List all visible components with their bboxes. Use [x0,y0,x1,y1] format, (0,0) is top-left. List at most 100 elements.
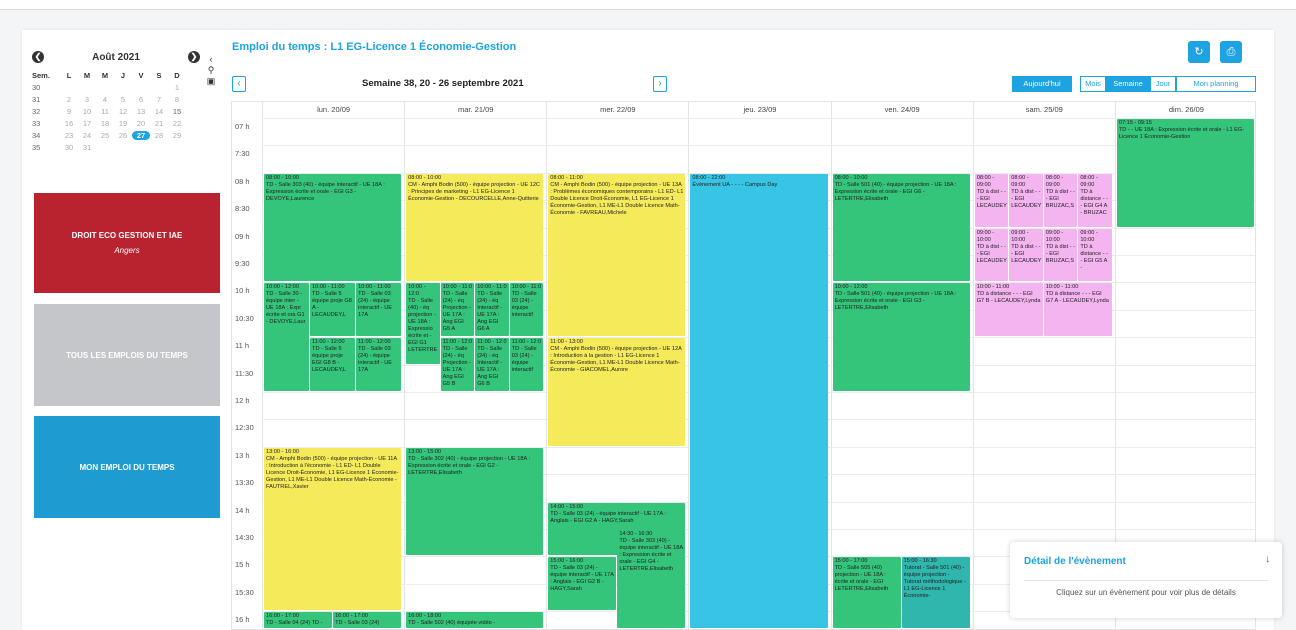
calendar-event[interactable]: 11:00 - 12:0 TD - Salle (24) - éq Interac… [475,338,509,391]
weekday-header: M [101,70,109,80]
calendar-event[interactable]: 09:00 - 10:00 TD à dist - - - EGI LECAUDE… [1009,228,1043,282]
calendar-event[interactable]: 10:00 - 12:0 TD - Salle (40) - éq project… [406,283,440,364]
day-cell[interactable]: 17 [78,119,96,128]
calendar-event[interactable]: 10:00 - 12:00 TD - Salle 30 - équipe inte… [264,283,310,391]
day-cell[interactable]: 23 [60,131,78,140]
day-cell[interactable]: 30 [60,143,78,152]
calendar-event[interactable]: 11:00 - 12:0 TD - Salle 03 (24) - équipe … [509,338,544,391]
calendar-event[interactable]: 08:00 - 09:00 TD à dist - - - EGI BRUZAC,… [1043,173,1078,227]
view-week-button[interactable]: Semaine [1106,76,1150,92]
day-cell[interactable]: 10 [78,107,96,116]
event-time: 08:00 - 10:00 [266,174,299,181]
event-time: 07:15 - 09:15 [1118,120,1152,126]
time-slot-label: 11:30 [235,368,254,378]
day-cell[interactable]: 22 [168,119,186,128]
droit-eco-gestion-tile[interactable]: DROIT ECO GESTION ET IAE Angers [34,193,220,293]
day-cell[interactable]: 19 [114,119,132,128]
calendar-event[interactable]: 09:00 - 10:00 TD à distance - - - EGI G5 … [1078,228,1112,282]
day-cell[interactable]: 4 [96,95,114,104]
calendar-event[interactable]: 13:00 - 15:00 TD - Salle 302 (40) - équip… [406,447,544,556]
event-description: TD - Salle 03 (24) - équipe interactif -… [358,291,392,319]
calendar-event[interactable]: 11:00 - 13:00 CM - Amphi Bodin (500) - éq… [548,338,686,446]
day-cell[interactable]: 2 [60,95,78,104]
calendar-event[interactable]: 10:00 - 11:00 TD - Salle 03 (24) - équipe… [356,283,402,337]
calendar-event[interactable]: 10:00 - 11:0 TD - Salle 03 (24) - équipe … [509,283,544,337]
calendar-event[interactable]: 10:00 - 11:0 TD - Salle (24) - éq Project… [440,283,475,337]
day-cell[interactable]: 20 [132,119,150,128]
day-cell[interactable]: 29 [168,131,186,140]
day-cell[interactable]: 1 [168,83,186,92]
event-time: 08:00 - 11:00 [550,174,583,181]
search-icon[interactable]: ⚲ [205,65,217,76]
calendar-event[interactable]: 09:00 - 10:00 TD à dist - - - EGI BRUZAC,… [1043,228,1078,282]
next-week-button[interactable]: › [653,76,667,92]
day-cell[interactable]: 11 [96,107,114,116]
calendar-event[interactable]: 09:00 - 10:00 TD à dist - - - EGI LECAUDE… [974,228,1009,282]
all-timetables-tile[interactable]: TOUS LES EMPLOIS DU TEMPS [34,304,220,406]
day-cell[interactable]: 18 [96,119,114,128]
calendar-event[interactable]: 07:15 - 09:15 TD - - UE 18A : Expression … [1116,119,1254,227]
calendar-event[interactable]: 08:00 - 11:00 CM - Amphi Bodin (500) - éq… [548,173,686,337]
calendar-event[interactable]: 15:00 - 16:30 Tutorat - Salle 501 (40) - … [901,557,970,628]
calendar-event[interactable]: 15:00 - 16:00 TD - Salle 03 (24) - équipe… [548,557,617,611]
prev-month-button[interactable]: ❮ [32,51,44,63]
day-cell[interactable]: 5 [114,95,132,104]
my-timetable-tile[interactable]: MON EMPLOI DU TEMPS [34,416,220,518]
view-month-button[interactable]: Mois [1080,76,1106,92]
calendar-event[interactable]: 13:00 - 16:00 CM - Amphi Bodin (500) - éq… [264,447,402,611]
calendar-event[interactable]: 08:00 - 09:00 TD à dist - - - EGI LECAUDE… [974,173,1009,227]
view-my-planning-button[interactable]: Mon planning [1176,76,1256,92]
event-description: TD à dist - - - EGI BRUZAC,S [1045,243,1075,264]
calendar-event[interactable]: 10:00 - 11:0 TD - Salle (24) - éq Interac… [475,283,509,337]
calendar-event[interactable]: 16:00 - 18:00 TD - Salle 502 (40) équipée… [406,612,544,628]
day-cell[interactable]: 28 [150,131,168,140]
day-cell[interactable]: 9 [60,107,78,116]
calendar-event[interactable]: 08:00 - 10:00 TD - Salle 501 (40) - équip… [832,173,970,282]
calendar-event[interactable]: 08:00 - 10:00 CM - Amphi Bodin (500) - éq… [406,173,544,282]
view-day-button[interactable]: Jour [1150,76,1176,92]
day-cell[interactable]: 3 [78,95,96,104]
tile-title: TOUS LES EMPLOIS DU TEMPS [66,350,188,360]
calendar-event[interactable]: 08:00 - 22:00 Évènement UA - - - - Campus… [690,173,828,628]
calendar-event[interactable]: 11:00 - 12:0 TD - Salle (24) - éq Project… [440,338,475,391]
time-slot-label: 11 h [235,341,250,351]
refresh-icon: ↻ [1194,46,1204,58]
day-cell[interactable]: 24 [78,131,96,140]
calendar-event[interactable]: 08:00 - 09:00 TD à distance - - - EGI G4 … [1078,173,1112,227]
calendar-event[interactable]: 11:00 - 12:00 TD - Salle 5 équipe proje E… [310,338,356,391]
day-cell[interactable]: 12 [114,107,132,116]
calendar-event[interactable]: 10:00 - 11:00 TD à distance - - - EGI G7 … [974,283,1043,337]
calendar-event[interactable]: 11:00 - 12:00 TD - Salle 03 (24) - équipe… [356,338,402,391]
calendar-event[interactable]: 08:00 - 09:00 TD à dist - - - EGI LECAUDE… [1009,173,1043,227]
day-cell[interactable]: 21 [150,119,168,128]
calendar-event[interactable]: 10:00 - 12:00 TD - Salle 501 (40) - équip… [832,283,970,391]
day-cell[interactable]: 6 [132,95,150,104]
next-month-button[interactable]: ❯ [187,51,200,63]
day-cell[interactable]: 25 [96,131,114,140]
prev-week-button[interactable]: ‹ [232,76,246,92]
calendar-event[interactable]: 10:00 - 11:00 TD - Salle 5 équipe proje G… [310,283,356,337]
day-cell[interactable]: 16 [60,119,78,128]
day-cell[interactable]: 8 [168,95,186,104]
day-cell[interactable]: 31 [78,143,96,152]
print-button[interactable]: ⎙ [1220,41,1242,63]
event-time: 08:00 - 09:00 [1011,174,1029,188]
calendar-event[interactable]: 15:00 - 17:00 TD - Salle 505 (40) project… [832,557,901,628]
today-button[interactable]: Aujourd'hui [1012,76,1072,92]
day-cell[interactable]: 14 [150,107,168,116]
day-cell[interactable]: 27 [132,130,150,140]
calendar-icon[interactable]: ▣ [205,76,217,87]
day-cell[interactable]: 26 [114,131,132,140]
refresh-button[interactable]: ↻ [1188,41,1210,63]
collapse-icon[interactable]: ↓ [1265,554,1270,565]
event-time: 11:00 - 12:00 [312,339,345,346]
calendar-event[interactable]: 16:00 - 17:00 TD - Salle 03 (24) [333,612,402,628]
day-cell[interactable]: 7 [150,95,168,104]
calendar-event[interactable]: 08:00 - 10:00 TD - Salle 303 (40) - équip… [264,173,402,282]
calendar-event[interactable]: 14:30 - 16:30 TD - Salle 303 (40) - équip… [617,530,686,628]
collapse-icon[interactable]: ‹ [205,54,217,65]
day-cell[interactable]: 15 [168,107,186,116]
day-cell[interactable]: 13 [132,107,150,116]
calendar-event[interactable]: 10:00 - 11:00 TD à distance - - - EGI G7 … [1043,283,1112,337]
calendar-event[interactable]: 16:00 - 17:00 TD - Salle 04 (24) TD - [264,612,333,628]
